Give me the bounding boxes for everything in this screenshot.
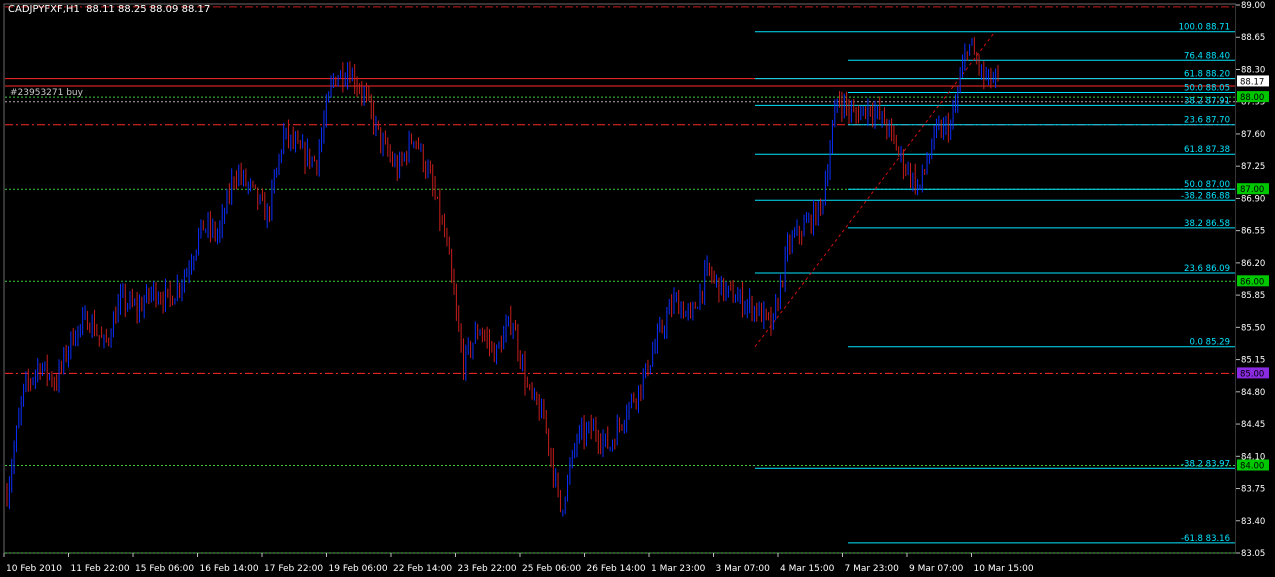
price-tick-label: 85.15 — [1241, 356, 1265, 366]
time-tick-label: 7 Mar 23:00 — [845, 564, 900, 574]
time-tick-label: 22 Feb 14:00 — [393, 564, 452, 574]
time-tick-label: 15 Feb 06:00 — [135, 564, 194, 574]
time-tick-label: 23 Feb 22:00 — [458, 564, 517, 574]
time-tick-label: 1 Mar 23:00 — [651, 564, 706, 574]
time-tick-label: 19 Feb 06:00 — [329, 564, 388, 574]
fib-level-label: 50.0 88.05 — [1184, 83, 1230, 93]
time-tick-label: 16 Feb 14:00 — [200, 564, 259, 574]
price-chart-canvas[interactable]: 100.0 88.71 76.4 88.40 61.8 88.20 50.0 88.0… — [0, 0, 1275, 577]
order-label[interactable]: #23953271 buy — [10, 88, 83, 98]
price-level-tag-label: 85.00 — [1240, 369, 1264, 379]
price-tick-label: 86.55 — [1241, 227, 1265, 237]
fib-level-label: 76.4 88.40 — [1184, 51, 1230, 61]
time-tick-label: 9 Mar 07:00 — [909, 564, 964, 574]
price-tick-label: 87.60 — [1241, 130, 1265, 140]
price-tick-label: 87.25 — [1241, 162, 1265, 172]
price-tick-label: 88.30 — [1241, 65, 1265, 75]
time-tick-label: 25 Feb 06:00 — [522, 564, 581, 574]
fib-level-label: 23.6 87.70 — [1184, 116, 1230, 126]
price-tick-label: 83.05 — [1241, 549, 1265, 559]
fib-level-label: 38.2 86.58 — [1184, 219, 1230, 229]
current-price-label: 88.17 — [1240, 77, 1264, 87]
time-tick-label: 10 Mar 15:00 — [974, 564, 1034, 574]
price-tick-label: 85.50 — [1241, 323, 1265, 333]
fib-level-label: 0.0 85.29 — [1189, 338, 1230, 348]
fib-level-label: 23.6 86.09 — [1184, 264, 1230, 274]
price-level-tag-label: 87.00 — [1240, 185, 1264, 195]
chart-title: CADJPYFXF,H1 88.11 88.25 88.09 88.17 — [8, 4, 211, 15]
fib-level-label: 100.0 88.71 — [1179, 23, 1230, 33]
price-tick-label: 89.00 — [1241, 1, 1265, 11]
time-tick-label: 11 Feb 22:00 — [71, 564, 130, 574]
fib-level-label: 61.8 87.38 — [1184, 145, 1230, 155]
time-tick-label: 26 Feb 14:00 — [587, 564, 646, 574]
fib-level-label: -38.2 83.97 — [1181, 459, 1230, 469]
price-level-tag-label: 84.00 — [1240, 462, 1264, 472]
time-tick-label: 10 Feb 2010 — [6, 564, 62, 574]
price-tick-label: 84.45 — [1241, 420, 1265, 430]
fib-level-label: 61.8 88.20 — [1184, 70, 1230, 80]
price-tick-label: 86.90 — [1241, 194, 1265, 204]
fib-level-label: -61.8 83.16 — [1181, 534, 1230, 544]
chart-background — [0, 0, 1275, 577]
trading-chart[interactable]: 100.0 88.71 76.4 88.40 61.8 88.20 50.0 88.0… — [0, 0, 1275, 577]
price-tick-label: 84.80 — [1241, 388, 1265, 398]
price-tick-label: 86.20 — [1241, 259, 1265, 269]
price-tick-label: 88.65 — [1241, 33, 1265, 43]
time-tick-label: 3 Mar 07:00 — [716, 564, 771, 574]
time-tick-label: 4 Mar 15:00 — [780, 564, 835, 574]
time-tick-label: 17 Feb 22:00 — [264, 564, 323, 574]
fib-level-label: 38.2 87.91 — [1184, 96, 1230, 106]
fib-level-label: 50.0 87.00 — [1184, 180, 1230, 190]
price-level-tag-label: 88.00 — [1240, 93, 1264, 103]
price-tick-label: 83.75 — [1241, 485, 1265, 495]
price-tick-label: 85.85 — [1241, 291, 1265, 301]
fib-level-label: -38.2 86.88 — [1181, 191, 1230, 201]
price-level-tag-label: 86.00 — [1240, 277, 1264, 287]
price-tick-label: 83.40 — [1241, 517, 1265, 527]
